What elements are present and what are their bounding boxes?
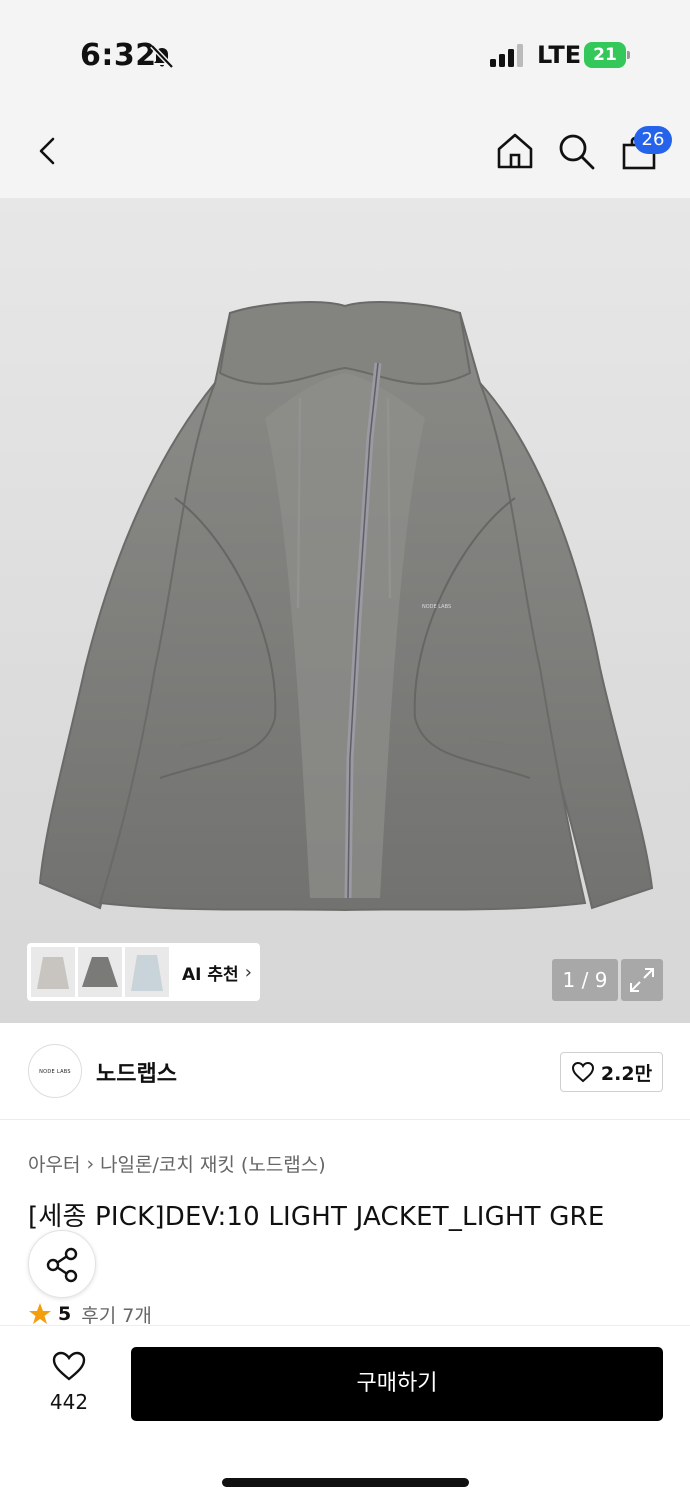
heart-icon — [571, 1061, 594, 1083]
brand-like-count: 2.2만 — [600, 1062, 653, 1085]
cart-count-badge: 26 — [634, 126, 672, 154]
wishlist-count: 442 — [49, 1390, 89, 1414]
breadcrumb-subcategory[interactable]: 나일론/코치 재킷 (노드랩스) — [100, 1150, 326, 1177]
rating-row: 5 후기 7개 — [28, 1302, 152, 1326]
thumbnail-3[interactable] — [125, 947, 169, 997]
status-bar: 6:32 LTE 21 — [0, 0, 690, 105]
heart-icon — [52, 1351, 86, 1381]
signal-icon — [490, 44, 523, 67]
back-icon[interactable] — [30, 133, 66, 169]
product-image-gallery[interactable]: NODE LABS AI 추천 › 1 / 9 — [0, 198, 690, 1023]
thumbnail-1[interactable] — [31, 947, 75, 997]
brand-row: NODE LABS 노드랩스 2.2만 — [0, 1023, 690, 1120]
expand-icon — [630, 968, 654, 992]
search-icon[interactable] — [556, 131, 596, 171]
breadcrumb: 아우터 › 나일론/코치 재킷 (노드랩스) — [28, 1150, 326, 1177]
product-photo: NODE LABS — [38, 301, 654, 912]
home-icon[interactable] — [495, 131, 535, 171]
wishlist-button[interactable]: 442 — [38, 1350, 100, 1420]
image-page-counter: 1 / 9 — [552, 959, 618, 1001]
share-button[interactable] — [28, 1230, 96, 1298]
expand-image-button[interactable] — [621, 959, 663, 1001]
star-icon — [29, 1303, 51, 1324]
brand-name[interactable]: 노드랩스 — [96, 1056, 177, 1088]
home-indicator — [222, 1478, 469, 1487]
bell-slash-icon — [150, 44, 174, 69]
ai-recommendation-label: AI 추천 — [182, 964, 239, 985]
brand-like-button[interactable]: 2.2만 — [560, 1052, 663, 1092]
app-header: 26 — [0, 105, 690, 198]
chevron-right-icon: › — [86, 1152, 95, 1175]
buy-button[interactable]: 구매하기 — [131, 1347, 663, 1421]
status-time: 6:32 — [80, 38, 157, 73]
rating-value: 5 — [58, 1303, 72, 1325]
battery-cap — [627, 51, 630, 59]
bottom-action-bar: 442 구매하기 — [0, 1325, 690, 1500]
brand-logo[interactable]: NODE LABS — [28, 1044, 82, 1098]
network-type: LTE — [537, 41, 582, 69]
review-count-link[interactable]: 후기 7개 — [81, 1302, 152, 1327]
thumbnail-2[interactable] — [78, 947, 122, 997]
battery-level: 21 — [584, 42, 626, 68]
share-icon — [46, 1247, 78, 1283]
breadcrumb-category[interactable]: 아우터 — [28, 1150, 80, 1177]
jacket-print: NODE LABS — [422, 604, 451, 610]
ai-recommendation-button[interactable]: AI 추천 › — [27, 943, 260, 1001]
chevron-right-icon: › — [244, 961, 252, 983]
battery-icon: 21 — [584, 42, 630, 68]
product-title: [세종 PICK]DEV:10 LIGHT JACKET_LIGHT GRE — [28, 1202, 605, 1232]
